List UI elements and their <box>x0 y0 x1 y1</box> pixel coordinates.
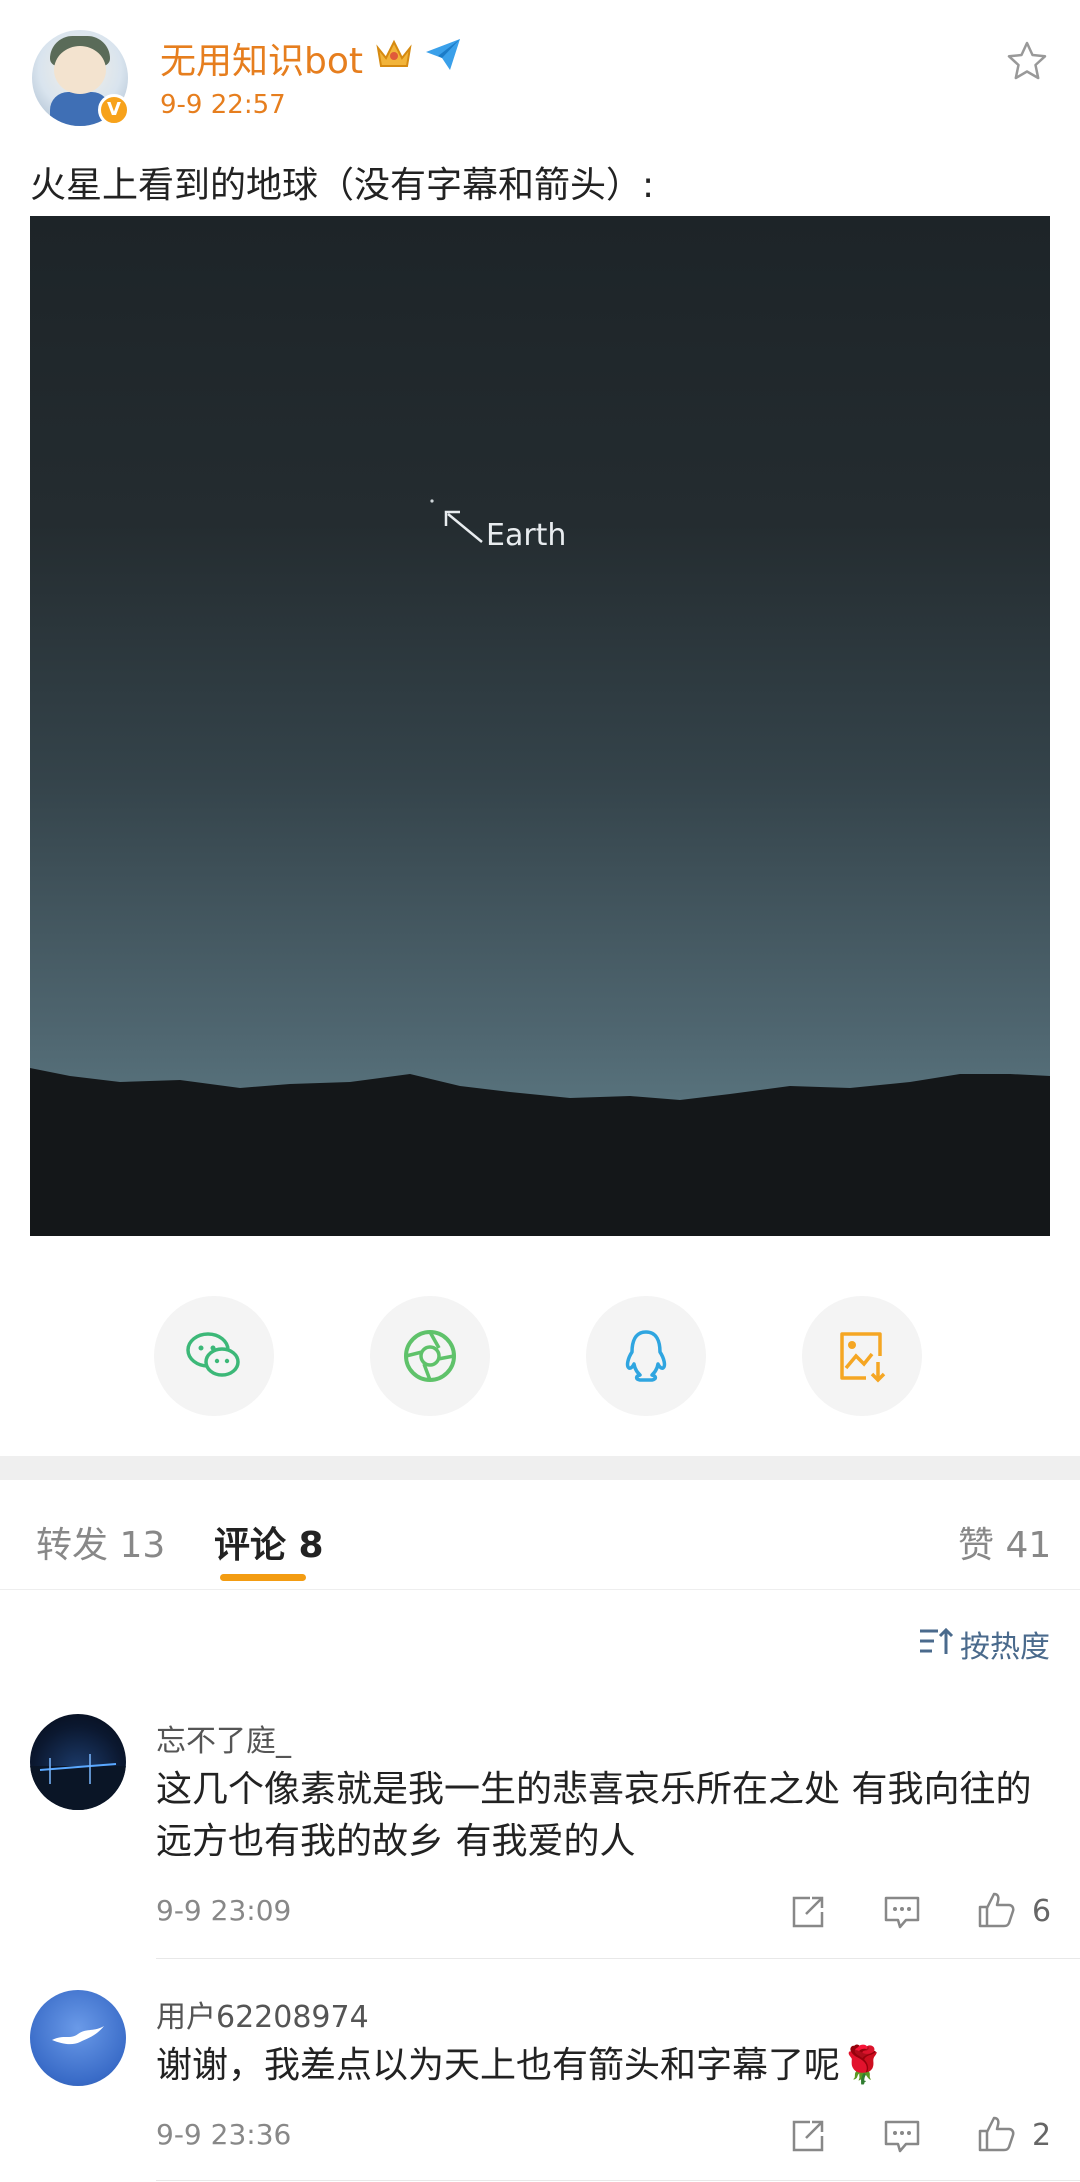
earth-dot <box>430 499 434 503</box>
commenter-name[interactable]: 忘不了庭_ <box>156 1716 291 1760</box>
like-count: 6 <box>1032 1894 1052 1929</box>
like-count: 2 <box>1032 2118 1052 2153</box>
comment-separator <box>156 2180 1080 2181</box>
repost-icon[interactable] <box>788 1892 828 1932</box>
share-moments-button[interactable] <box>370 1296 490 1416</box>
moments-icon <box>404 1330 456 1382</box>
paper-plane-icon <box>426 39 460 70</box>
comment-timestamp: 9-9 23:09 <box>156 1894 292 1927</box>
crown-icon <box>376 39 412 67</box>
active-tab-indicator <box>220 1574 306 1581</box>
comment-timestamp: 9-9 23:36 <box>156 2118 292 2151</box>
tab-comments[interactable]: 评论 8 <box>214 1516 324 1568</box>
share-wechat-button[interactable] <box>154 1296 274 1416</box>
mars-horizon-image <box>30 499 1050 1236</box>
reply-comment-icon[interactable] <box>882 2116 922 2156</box>
like-thumb-icon[interactable] <box>976 2114 1016 2154</box>
like-thumb-icon[interactable] <box>976 1890 1016 1930</box>
favorite-star-icon[interactable] <box>1006 40 1048 82</box>
comment-text: 谢谢，我差点以为天上也有箭头和字幕了呢🌹 <box>156 2045 885 2086</box>
sort-by-hot-button[interactable]: 按热度 <box>960 1622 1050 1666</box>
reply-comment-icon[interactable] <box>882 1892 922 1932</box>
comment-separator <box>156 1958 1080 1959</box>
comment-text: 这几个像素就是我一生的悲喜哀乐所在之处 有我向往的远方也有我的故乡 有我爱的人 <box>156 1769 1032 1862</box>
tab-likes[interactable]: 赞 41 <box>958 1516 1051 1568</box>
post-header: V 无用知识bot 9-9 22:57 <box>0 0 1080 150</box>
save-image-icon <box>840 1332 886 1383</box>
repost-icon[interactable] <box>788 2116 828 2156</box>
post-text: 火星上看到的地球（没有字幕和箭头）: <box>30 165 655 206</box>
share-row <box>0 1296 1080 1416</box>
commenter-name[interactable]: 用户62208974 <box>156 1992 369 2036</box>
commenter-avatar[interactable] <box>30 1714 126 1810</box>
qq-icon <box>625 1330 667 1382</box>
commenter-avatar[interactable] <box>30 1990 126 2086</box>
earth-caption: Earth <box>486 518 567 553</box>
section-divider <box>0 1456 1080 1480</box>
tab-reposts[interactable]: 转发 13 <box>36 1516 165 1568</box>
sort-icon[interactable] <box>918 1626 954 1658</box>
interaction-tabs: 转发 13 评论 8 赞 41 <box>0 1480 1080 1590</box>
arrow-icon <box>444 510 483 543</box>
wechat-icon <box>186 1332 240 1377</box>
verified-badge-icon: V <box>98 94 130 126</box>
author-name[interactable]: 无用知识bot <box>160 32 363 84</box>
save-image-button[interactable] <box>802 1296 922 1416</box>
post-image[interactable]: Earth <box>30 216 1050 1236</box>
share-qq-button[interactable] <box>586 1296 706 1416</box>
post-timestamp: 9-9 22:57 <box>160 90 286 120</box>
